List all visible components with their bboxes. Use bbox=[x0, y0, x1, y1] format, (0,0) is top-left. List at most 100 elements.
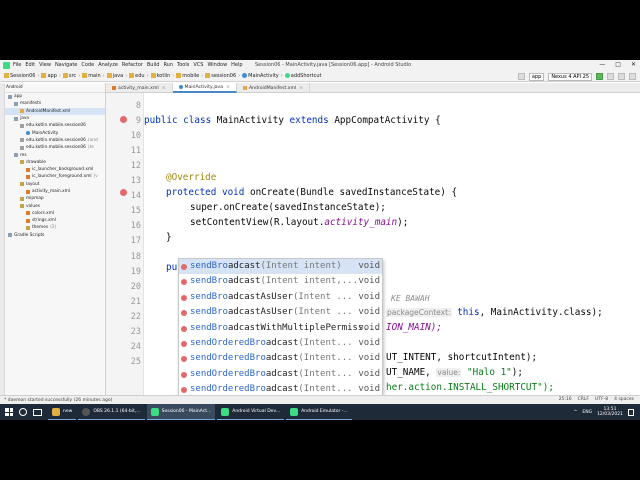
windows-start-icon[interactable] bbox=[5, 408, 13, 416]
line-separator[interactable]: CRLF bbox=[578, 397, 589, 402]
tree-item[interactable]: values bbox=[0, 202, 105, 209]
tree-item[interactable]: drawable bbox=[0, 159, 105, 166]
completion-item[interactable]: sendBroadcastAsUser(Intent ... void bbox=[179, 290, 382, 305]
task-view-icon[interactable] bbox=[33, 408, 42, 416]
android-icon bbox=[221, 407, 230, 416]
taskbar-item-emulator[interactable]: Android Emulator -... bbox=[286, 404, 352, 420]
code-line-13: super.onCreate(savedInstanceState); bbox=[190, 202, 386, 213]
menu-help[interactable]: Help bbox=[231, 62, 242, 68]
search-icon[interactable] bbox=[629, 73, 636, 80]
tree-item[interactable]: ic_launcher_foreground.xml (v bbox=[0, 173, 105, 180]
menu-window[interactable]: Window bbox=[207, 62, 227, 68]
tab-android-manifest[interactable]: AndroidManifest.xml × bbox=[237, 83, 311, 93]
crumb-kotlin[interactable]: kotlin bbox=[150, 73, 170, 79]
tree-item[interactable]: ic_launcher_background.xml bbox=[0, 166, 105, 173]
taskbar-item-avd[interactable]: Android Virtual Dev... bbox=[217, 404, 285, 420]
hammer-icon[interactable] bbox=[517, 73, 525, 80]
run-icon[interactable] bbox=[596, 73, 603, 80]
menu-code[interactable]: Code bbox=[81, 62, 94, 68]
tab-mainactivity[interactable]: MainActivity.java × bbox=[172, 83, 237, 93]
crumb-project[interactable]: Session06 bbox=[4, 73, 35, 79]
tab-activity-main[interactable]: activity_main.xml × bbox=[106, 83, 173, 93]
device-select[interactable]: Nexus 4 API 25 bbox=[548, 72, 592, 81]
menu-file[interactable]: File bbox=[13, 62, 21, 68]
tree-item[interactable]: layout bbox=[0, 181, 105, 188]
crumb-main[interactable]: main bbox=[82, 73, 101, 79]
tree-item[interactable]: edu.kotlin.mobile.session06 (and bbox=[0, 137, 105, 144]
completion-item[interactable]: sendBroadcast(Intent intent) void bbox=[179, 259, 382, 275]
taskbar-item-android-studio[interactable]: Session06 - MainAct... bbox=[146, 404, 216, 420]
tree-item[interactable]: MainActivity bbox=[0, 129, 105, 136]
completion-item[interactable]: sendOrderedBroadcast(Intent... void bbox=[179, 351, 382, 366]
tree-item-label: java bbox=[20, 116, 30, 122]
crumb-addshortcut[interactable]: addShortcut bbox=[284, 73, 321, 79]
indent-setting[interactable]: 4 spaces bbox=[614, 397, 634, 402]
tree-item[interactable]: colors.xml bbox=[0, 210, 105, 217]
debug-icon[interactable] bbox=[607, 73, 614, 80]
menu-vcs[interactable]: VCS bbox=[193, 62, 203, 68]
crumb-app[interactable]: app bbox=[41, 73, 57, 79]
menu-tools[interactable]: Tools bbox=[177, 62, 189, 68]
menu-refactor[interactable]: Refactor bbox=[122, 62, 143, 68]
tree-item[interactable]: mipmap bbox=[0, 195, 105, 202]
menu-view[interactable]: View bbox=[39, 62, 51, 68]
crumb-session06[interactable]: session06 bbox=[205, 73, 236, 79]
close-button[interactable]: ✕ bbox=[631, 61, 636, 68]
tree-item[interactable]: res bbox=[0, 151, 105, 158]
module-select[interactable]: app bbox=[528, 72, 545, 81]
crumb-java[interactable]: java bbox=[106, 73, 123, 79]
tree-item[interactable]: edu.kotlin.mobile.session06 bbox=[0, 122, 105, 129]
tree-item-note: (te bbox=[87, 145, 94, 151]
notification-icon[interactable] bbox=[628, 408, 634, 416]
close-tab-icon[interactable]: × bbox=[299, 86, 303, 91]
project-view-select[interactable]: Android bbox=[0, 83, 105, 93]
completion-item[interactable]: sendBroadcastAsUser(Intent ... void bbox=[179, 305, 382, 320]
tree-item-label: drawable bbox=[26, 159, 46, 165]
package-icon bbox=[20, 138, 24, 143]
crumb-mainactivity[interactable]: MainActivity bbox=[242, 73, 279, 79]
completion-item[interactable]: sendBroadcast(Intent intent,... void bbox=[179, 274, 382, 289]
menu-run[interactable]: Run bbox=[163, 62, 173, 68]
package-icon bbox=[20, 145, 24, 150]
tree-item[interactable]: AndroidManifest.xml bbox=[0, 107, 105, 115]
android-icon bbox=[290, 407, 299, 416]
clock[interactable]: 13:51 12/03/2021 bbox=[597, 407, 623, 417]
taskbar-item-new[interactable]: new bbox=[48, 404, 77, 420]
status-message[interactable]: * daemon started successfully (26 minute… bbox=[4, 398, 112, 403]
close-tab-icon[interactable]: × bbox=[162, 86, 166, 91]
maximize-button[interactable]: □ bbox=[615, 61, 621, 68]
crumb-src[interactable]: src bbox=[62, 73, 76, 79]
tree-item[interactable]: activity_main.xml bbox=[0, 188, 105, 195]
method-icon bbox=[181, 279, 187, 286]
folder-icon bbox=[82, 73, 88, 78]
crumb-edu[interactable]: edu bbox=[129, 73, 145, 79]
menu-navigate[interactable]: Navigate bbox=[55, 62, 77, 68]
stop-icon[interactable] bbox=[618, 73, 625, 80]
search-icon[interactable] bbox=[19, 408, 27, 416]
completion-ret: void bbox=[358, 276, 380, 287]
menu-analyze[interactable]: Analyze bbox=[98, 62, 118, 68]
completion-match: sendOrderedBro bbox=[190, 337, 266, 348]
tree-item[interactable]: Gradle Scripts bbox=[0, 232, 105, 239]
tray-chevron-icon[interactable]: ^ bbox=[574, 410, 578, 415]
override-marker-icon[interactable] bbox=[120, 189, 127, 196]
close-tab-icon[interactable]: × bbox=[226, 85, 230, 90]
caret-position[interactable]: 25:16 bbox=[559, 397, 572, 402]
language-indicator[interactable]: ENG bbox=[582, 410, 592, 415]
tree-item[interactable]: manifests bbox=[0, 100, 105, 107]
completion-item[interactable]: sendOrderedBroadcast(Intent... void bbox=[179, 336, 382, 351]
minimize-button[interactable]: — bbox=[599, 61, 605, 68]
tree-item[interactable]: app bbox=[0, 93, 105, 100]
menu-build[interactable]: Build bbox=[147, 62, 160, 68]
menu-edit[interactable]: Edit bbox=[25, 62, 35, 68]
tree-item[interactable]: themes (2) bbox=[0, 224, 105, 231]
crumb-mobile[interactable]: mobile bbox=[176, 73, 199, 79]
file-encoding[interactable]: UTF-8 bbox=[595, 397, 608, 402]
completion-item[interactable]: sendBroadcastWithMultiplePermiss... void bbox=[179, 321, 382, 336]
tree-item[interactable]: strings.xml bbox=[0, 217, 105, 224]
tree-item[interactable]: edu.kotlin.mobile.session06 (te bbox=[0, 144, 105, 151]
class-icon bbox=[242, 73, 248, 78]
taskbar-item-obs[interactable]: OBS 26.1.1 (64-bit,... bbox=[78, 404, 145, 420]
tree-item[interactable]: java bbox=[0, 115, 105, 122]
completion-item[interactable]: sendOrderedBroadcast(Intent... void bbox=[179, 367, 382, 382]
